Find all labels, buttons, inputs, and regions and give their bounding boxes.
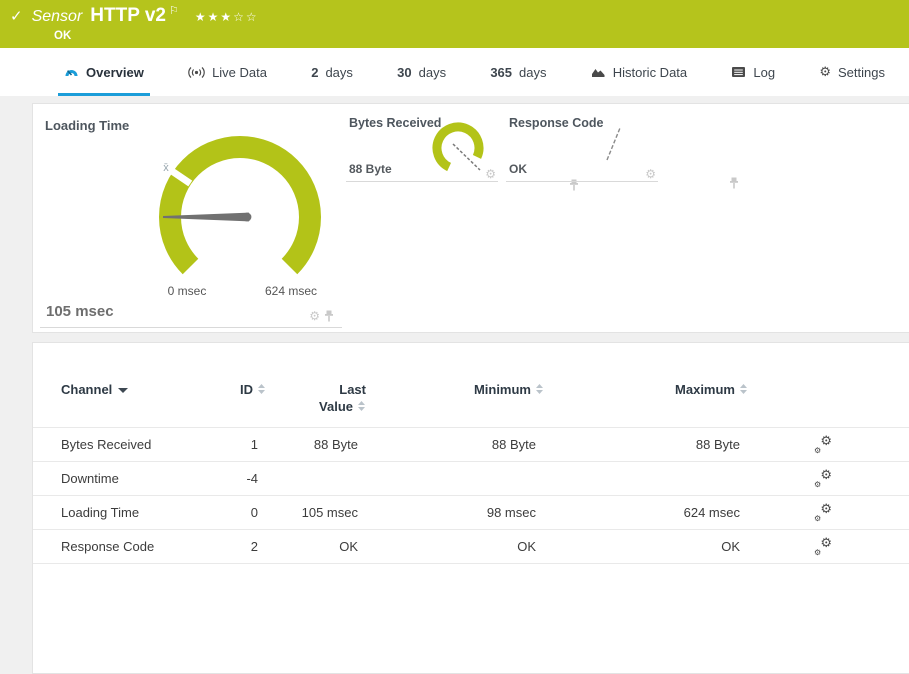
tab-label: Log [753,65,775,80]
gauge-pin-icon[interactable] [729,177,739,189]
sensor-kind-label: Sensor [32,6,83,28]
channel-settings-gears-icon: ⚙⚙ [814,471,832,487]
historic-chart-icon [591,66,606,79]
cell-minimum: 98 msec [366,505,544,520]
gauge-min-label: 0 msec [168,284,207,298]
column-header-id[interactable]: ID [206,381,266,398]
gauge-tile-response-code: Response Code OK ⚙ [506,112,658,182]
cell-channel: Response Code [61,539,206,554]
overview-content: Loading Time x̄ 0 msec 624 msec 105 msec… [0,96,909,562]
tab-number: 2 [311,65,318,80]
tile-divider [506,181,658,182]
cell-channel: Loading Time [61,505,206,520]
flag-icon[interactable]: ⚐ [169,0,179,22]
table-row: Bytes Received 1 88 Byte 88 Byte 88 Byte… [33,428,909,462]
tab-label: days [419,65,446,80]
cell-minimum: OK [366,539,544,554]
channel-settings-button[interactable]: ⚙⚙ [748,505,898,521]
loading-time-gauge: x̄ 0 msec 624 msec [125,120,355,315]
tab-number: 30 [397,65,411,80]
column-header-last-value[interactable]: Last Value [266,381,366,415]
gauge-current-value: 88 Byte [349,162,392,176]
table-row: Downtime -4 ⚙⚙ [33,462,909,496]
cell-maximum: OK [544,539,748,554]
tab-label: Historic Data [613,65,687,80]
sort-caret-icon [118,388,128,393]
sensor-status-badge: OK [54,30,909,42]
channel-table-panel: Channel ID Last Value Minimum Maximum By… [32,342,909,674]
cell-channel: Downtime [61,471,206,486]
gauge-gear-icon[interactable]: ⚙ [485,169,496,179]
tab-label: Live Data [212,65,267,80]
tile-divider [346,181,498,182]
channel-settings-button[interactable]: ⚙⚙ [748,539,898,555]
tab-365-days[interactable]: 365 days [484,48,552,96]
tab-label: days [519,65,546,80]
channel-settings-gears-icon: ⚙⚙ [814,539,832,555]
channel-settings-button[interactable]: ⚙⚙ [748,437,898,453]
prtg-sensor-page: { "header": { "check": "✓", "kind": "Sen… [0,0,909,562]
cell-last-value: 105 msec [266,505,366,520]
cell-minimum: 88 Byte [366,437,544,452]
cell-id: -4 [206,471,266,486]
gauge-mean-marker: x̄ [163,162,169,174]
tab-settings[interactable]: ⚙ Settings [813,48,891,96]
response-code-gauge [590,120,646,176]
tab-live-data[interactable]: Live Data [182,48,273,96]
cell-maximum: 624 msec [544,505,748,520]
tab-number: 365 [490,65,512,80]
tile-divider [40,327,342,328]
sort-arrows-icon [357,400,366,412]
channel-settings-button[interactable]: ⚙⚙ [748,471,898,487]
priority-stars[interactable]: ★★★☆☆ [195,6,259,28]
gauge-needle [607,128,620,160]
cell-id: 2 [206,539,266,554]
tab-label: days [325,65,352,80]
column-header-maximum[interactable]: Maximum [544,381,748,398]
cell-maximum: 88 Byte [544,437,748,452]
gauge-max-label: 624 msec [265,284,317,298]
gauge-tile-bytes-received: Bytes Received 88 Byte ⚙ [346,112,498,182]
sort-arrows-icon [535,383,544,395]
sort-arrows-icon [739,383,748,395]
gear-icon: ⚙ [819,65,831,80]
cell-last-value: OK [266,539,366,554]
gauge-gear-icon[interactable]: ⚙ [309,311,320,321]
column-header-channel[interactable]: Channel [61,381,206,398]
tab-log[interactable]: Log [725,48,781,96]
gauges-panel: Loading Time x̄ 0 msec 624 msec 105 msec… [32,103,909,333]
tab-bar: Overview Live Data 2 days 30 days 365 da… [0,48,909,96]
channel-table-header: Channel ID Last Value Minimum Maximum [33,343,909,428]
gauge-tile-loading-time: Loading Time x̄ 0 msec 624 msec 105 msec… [40,111,342,328]
gauge-current-value: 105 msec [46,303,114,320]
sensor-name: HTTP v2 [90,5,166,27]
gauge-gear-icon[interactable]: ⚙ [645,169,656,179]
tab-overview[interactable]: Overview [58,48,150,96]
table-row: Loading Time 0 105 msec 98 msec 624 msec… [33,496,909,530]
tab-30-days[interactable]: 30 days [391,48,452,96]
cell-last-value: 88 Byte [266,437,366,452]
channel-settings-gears-icon: ⚙⚙ [814,437,832,453]
gauge-title: Loading Time [45,118,129,133]
cell-channel: Bytes Received [61,437,206,452]
table-row: Response Code 2 OK OK OK ⚙⚙ [33,530,909,564]
channel-settings-gears-icon: ⚙⚙ [814,505,832,521]
cell-id: 1 [206,437,266,452]
column-header-minimum[interactable]: Minimum [366,381,544,398]
tab-label: Settings [838,65,885,80]
sort-arrows-icon [257,383,266,395]
sensor-header: ✓ Sensor HTTP v2 ⚐ ★★★☆☆ OK [0,0,909,48]
tab-2-days[interactable]: 2 days [305,48,359,96]
live-data-icon [188,66,205,79]
gauge-current-value: OK [509,162,527,176]
gauge-icon [64,65,79,79]
gauge-title: Bytes Received [349,116,441,130]
log-list-icon [731,66,746,78]
bytes-received-gauge [430,122,486,178]
gauge-pin-icon[interactable] [324,310,334,322]
tab-label: Overview [86,65,144,80]
status-ok-check-icon: ✓ [10,5,23,27]
cell-id: 0 [206,505,266,520]
tab-historic-data[interactable]: Historic Data [585,48,693,96]
